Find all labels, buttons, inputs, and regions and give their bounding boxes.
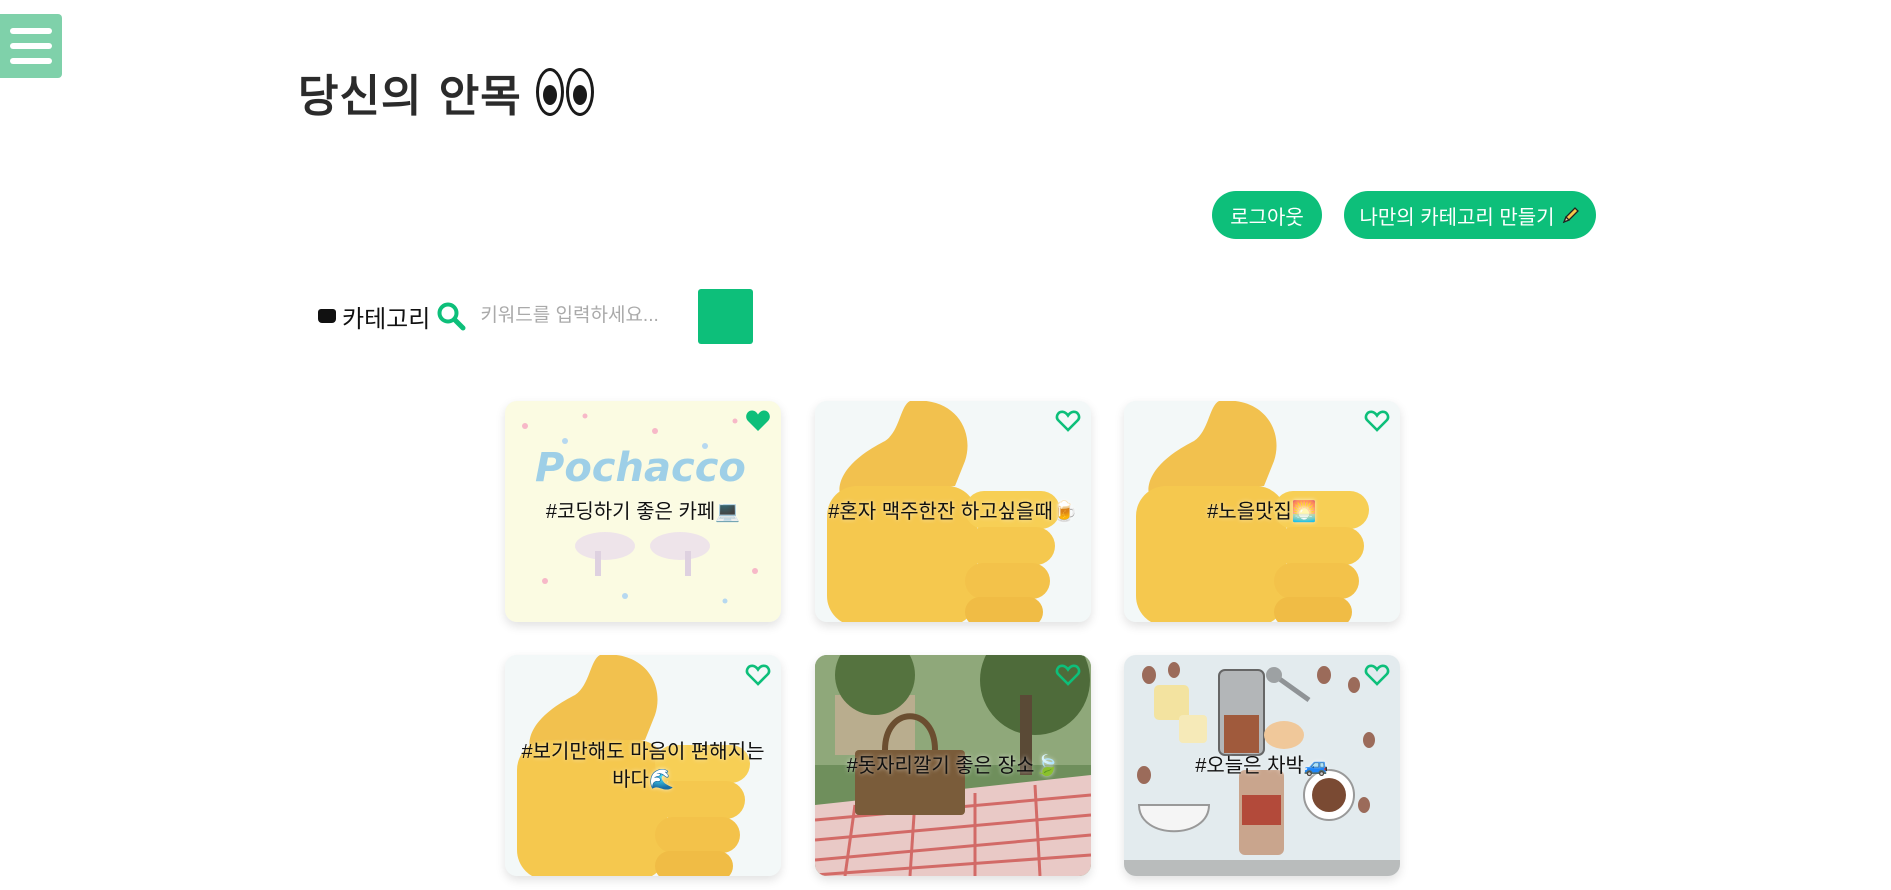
card-title: #오늘은 차박🚙 [1195, 754, 1329, 777]
logout-button[interactable]: 로그아웃 [1212, 191, 1322, 239]
card-title: #혼자 맥주한잔 하고싶을때🍺 [828, 500, 1078, 523]
category-card[interactable]: #돗자리깔기 좋은 장소🍃 [815, 655, 1091, 876]
category-card[interactable]: #보기만해도 마음이 편해지는 바다🌊 [505, 655, 781, 876]
page-title-text: 당신의 안목 [298, 71, 522, 122]
card-title: #노을맛집🌅 [1207, 500, 1317, 523]
card-title: #보기만해도 마음이 편해지는 바다🌊 [521, 740, 765, 791]
folder-icon [318, 309, 336, 323]
heart-outline-icon[interactable] [1055, 663, 1081, 687]
category-card[interactable]: #노을맛집🌅 [1124, 401, 1400, 622]
search-submit-button[interactable] [698, 288, 754, 344]
heart-outline-icon[interactable] [745, 663, 771, 687]
menu-bar [10, 43, 52, 49]
make-category-label: 나만의 카테고리 만들기 [1359, 206, 1555, 229]
category-card[interactable]: Pochacco #코딩하기 좋은 카페💻 [505, 401, 781, 622]
search-bar: 카테고리 [318, 288, 754, 344]
make-category-button[interactable]: 나만의 카테고리 만들기 [1344, 191, 1596, 239]
hamburger-menu-button[interactable] [0, 14, 62, 78]
logout-label: 로그아웃 [1230, 206, 1304, 229]
pencil-icon [1562, 207, 1579, 224]
category-card[interactable]: #오늘은 차박🚙 [1124, 655, 1400, 876]
svg-text:Pochacco: Pochacco [535, 445, 746, 491]
category-selector[interactable]: 카테고리 [318, 299, 430, 334]
card-title: #돗자리깔기 좋은 장소🍃 [846, 754, 1060, 777]
heart-outline-icon[interactable] [1055, 409, 1081, 433]
category-card[interactable]: #혼자 맥주한잔 하고싶을때🍺 [815, 401, 1091, 622]
card-title: #코딩하기 좋은 카페💻 [545, 500, 741, 523]
menu-bar [10, 28, 52, 34]
search-input[interactable] [478, 297, 693, 335]
heart-filled-icon[interactable] [745, 409, 771, 433]
heart-outline-icon[interactable] [1364, 663, 1390, 687]
page-title: 당신의 안목 [298, 60, 594, 124]
search-icon [437, 302, 466, 331]
eyes-icon [535, 68, 594, 116]
menu-bar [10, 58, 52, 64]
heart-outline-icon[interactable] [1364, 409, 1390, 433]
category-label: 카테고리 [342, 305, 431, 333]
